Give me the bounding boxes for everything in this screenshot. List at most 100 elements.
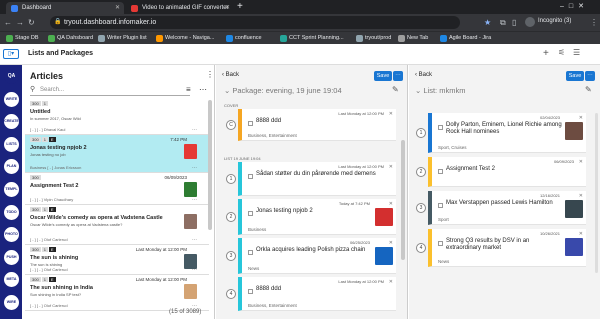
remove-icon[interactable]: ✕ <box>579 231 583 237</box>
article-card[interactable]: 300 1 E Oscar Wilde's comedy as opera at Va… <box>25 205 209 245</box>
story-card[interactable]: 4 Last Monday at 12:00 PM 8888 ddd Business… <box>226 277 396 311</box>
rail-button-push[interactable]: PUSH <box>4 249 19 265</box>
more-options-icon[interactable]: ⋯ <box>192 165 197 171</box>
article-card[interactable]: 300 1 E Last Monday at 12:00 PM The sun is s… <box>25 245 209 275</box>
story-number: 2 <box>416 167 426 177</box>
story-card[interactable]: 4 10/26/2021 Strong Q3 results by DSV in a… <box>416 229 586 267</box>
article-card[interactable]: 300 1 E Last Monday at 12:00 PM The sun shin… <box>25 275 209 311</box>
rail-button-create[interactable]: CREATE <box>4 114 19 130</box>
story-checkbox[interactable] <box>438 169 443 174</box>
more-options-icon[interactable]: ⋯ <box>192 197 197 203</box>
app-switcher-icon[interactable]: ▯▾ <box>3 49 19 59</box>
bookmark-item[interactable]: New Tab <box>398 34 428 43</box>
bookmark-star-icon[interactable]: ★ <box>484 17 491 28</box>
incognito-avatar[interactable] <box>525 17 535 27</box>
more-options-icon[interactable]: ⋯ <box>192 127 197 133</box>
bookmark-label: QA Dahsboard <box>57 35 94 41</box>
bookmark-item[interactable]: confluence <box>226 34 262 43</box>
remove-icon[interactable]: ✕ <box>389 201 393 207</box>
story-card[interactable]: 1 Last Monday at 12:00 PM Sådan støtter du… <box>226 162 396 196</box>
bookmark-item[interactable]: Stage DB <box>6 34 39 43</box>
story-checkbox[interactable] <box>438 241 443 246</box>
story-title: Dolly Parton, Eminem, Lionel Richie amon… <box>446 122 562 135</box>
rail-button-plan[interactable]: PLAN <box>4 159 19 175</box>
articles-menu-icon[interactable]: ⋮ <box>206 70 214 80</box>
list-scrollbar[interactable] <box>595 113 598 273</box>
package-more-button[interactable]: ⋯ <box>393 71 403 81</box>
bookmark-item[interactable]: Writer Plugin list <box>98 34 147 43</box>
story-card[interactable]: C Last Monday at 12:00 PM 8888 ddd Business… <box>226 109 396 141</box>
close-tab-icon[interactable]: ✕ <box>115 2 120 14</box>
window-controls[interactable]: –□✕ <box>560 2 589 10</box>
story-checkbox[interactable] <box>248 121 253 126</box>
sort-icon[interactable]: ≡ <box>186 85 191 94</box>
edit-icon[interactable]: ✎ <box>585 85 592 94</box>
story-checkbox[interactable] <box>248 174 253 179</box>
filter-lines-icon[interactable]: ☰ <box>573 48 580 57</box>
forward-arrow-icon[interactable]: → <box>16 17 24 28</box>
story-checkbox[interactable] <box>438 125 443 130</box>
story-card[interactable]: 3 12/16/2021 Max Verstappen passed Lewis H… <box>416 191 586 225</box>
bookmark-item[interactable]: QA Dahsboard <box>48 34 93 43</box>
new-tab-icon[interactable]: + <box>237 1 243 12</box>
articles-search-input[interactable]: ⚲ Search... <box>30 84 190 96</box>
remove-icon[interactable]: ✕ <box>389 240 393 246</box>
profile-label: Incognito (3) <box>538 18 572 24</box>
rail-button-lists[interactable]: LISTS <box>4 136 19 152</box>
rail-button-meta[interactable]: META <box>4 272 19 288</box>
bookmark-item[interactable]: Welcome - Naviga... <box>156 34 214 43</box>
more-options-icon[interactable]: ⋯ <box>192 267 197 273</box>
browser-menu-icon[interactable]: ⋮ <box>590 17 598 28</box>
back-arrow-icon[interactable]: ← <box>4 17 12 28</box>
rail-button-todo[interactable]: TODO <box>4 204 19 220</box>
story-card[interactable]: 2 06/09/2023 Assignment Test 2 ✕ <box>416 157 586 187</box>
more-options-icon[interactable]: ⋯ <box>199 85 207 94</box>
story-time: 12/16/2021 <box>539 193 560 198</box>
tab-dashboard[interactable]: Dashboard ✕ <box>6 2 124 14</box>
article-card[interactable]: 300 06/09/2023 Assignment Test 2 [ - ] [ - … <box>25 173 209 205</box>
rail-button-templ[interactable]: TEMPL <box>4 182 19 197</box>
rail-button-wire[interactable]: WIRE <box>4 295 19 310</box>
article-badge: 1 <box>41 137 48 142</box>
close-tab-icon[interactable]: ✕ <box>225 2 230 14</box>
rail-button-write[interactable]: WRITE <box>4 91 19 107</box>
bookmark-item[interactable]: tryout/prod <box>356 34 391 43</box>
add-column-icon[interactable]: + <box>543 48 549 59</box>
package-save-button[interactable]: Save <box>374 71 392 81</box>
articles-scrollbar[interactable] <box>208 100 212 230</box>
remove-icon[interactable]: ✕ <box>579 159 583 165</box>
story-card[interactable]: 1 02/04/2023 Dolly Parton, Eminem, Lionel … <box>416 113 586 153</box>
bookmark-favicon-icon <box>440 35 447 42</box>
split-view-icon[interactable]: ▯ <box>512 17 516 28</box>
story-checkbox[interactable] <box>248 250 253 255</box>
list-back-button[interactable]: ‹ Back <box>415 72 432 78</box>
reload-icon[interactable]: ↻ <box>28 17 35 28</box>
package-back-button[interactable]: ‹ Back <box>222 72 239 78</box>
remove-icon[interactable]: ✕ <box>579 115 583 121</box>
story-number: 1 <box>416 128 426 138</box>
settings-sliders-icon[interactable]: ⚟ <box>558 48 565 57</box>
story-card[interactable]: 2 Today at 7:42 PM Jonas testing npjob 2 Bu… <box>226 199 396 235</box>
rail-button-photo[interactable]: PHOTO <box>4 227 19 243</box>
bookmark-item[interactable]: CCT Sprint Planning... <box>280 34 344 43</box>
tab-gif-converter[interactable]: Video to animated GIF converter ✕ <box>126 2 234 14</box>
story-checkbox[interactable] <box>248 211 253 216</box>
remove-icon[interactable]: ✕ <box>389 111 393 117</box>
story-checkbox[interactable] <box>248 289 253 294</box>
remove-icon[interactable]: ✕ <box>389 164 393 170</box>
article-card[interactable]: 300 1 E 7:42 PM Jonas testing npjob 2 Jonas t… <box>25 135 209 173</box>
story-card[interactable]: 3 06/25/2023 Orkla acquires leading Polish… <box>226 238 396 274</box>
more-options-icon[interactable]: ⋯ <box>192 237 197 243</box>
package-scrollbar[interactable] <box>401 140 405 260</box>
remove-icon[interactable]: ✕ <box>579 193 583 199</box>
rail-button-qa[interactable]: QA <box>4 69 19 84</box>
list-more-button[interactable]: ⋯ <box>585 71 595 81</box>
edit-icon[interactable]: ✎ <box>392 85 399 94</box>
extensions-icon[interactable]: ⧉ <box>500 17 506 28</box>
list-save-button[interactable]: Save <box>566 71 584 81</box>
article-card[interactable]: 300 1 Untitled In summer 2017, Oscar Wild [ … <box>25 99 209 135</box>
bookmark-item[interactable]: Agile Board - Jira <box>440 34 491 43</box>
remove-icon[interactable]: ✕ <box>389 279 393 285</box>
url-field[interactable]: 🔒 tryout.dashboard.infomaker.io <box>50 16 460 29</box>
story-checkbox[interactable] <box>438 203 443 208</box>
